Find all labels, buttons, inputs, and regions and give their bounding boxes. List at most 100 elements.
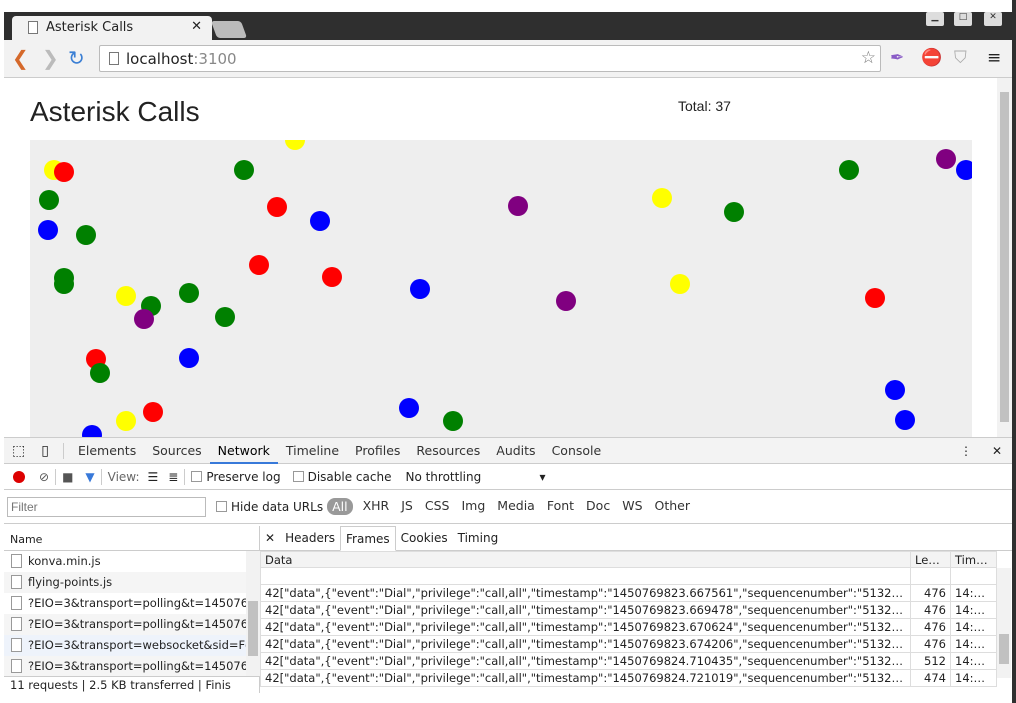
new-tab-button[interactable]	[210, 21, 248, 38]
clear-icon[interactable]: ⊘	[39, 470, 49, 484]
reload-icon[interactable]: ↻	[68, 48, 85, 68]
calls-canvas[interactable]	[30, 140, 972, 437]
request-name: ?EIO=3&transport=polling&t=14507695…	[28, 617, 246, 631]
filter-icon[interactable]: ▼	[85, 470, 94, 484]
detail-tab-headers[interactable]: Headers	[280, 526, 340, 551]
request-name: ?EIO=3&transport=websocket&sid=FgM…	[28, 638, 246, 652]
request-row[interactable]: ?EIO=3&transport=polling&t=14507695…	[4, 656, 246, 677]
address-bar[interactable]: localhost:3100 ☆	[99, 45, 881, 72]
call-dot-green	[234, 160, 254, 180]
frame-time: 14:33:…	[950, 635, 997, 653]
browser-window: Asterisk Calls ✕ ▁ □ ✕ ❮ ❯ ↻ localhost:31…	[4, 12, 1012, 693]
filter-type-ws[interactable]: WS	[616, 498, 648, 515]
filter-type-img[interactable]: Img	[455, 498, 491, 515]
tab-resources[interactable]: Resources	[408, 438, 488, 464]
file-icon	[11, 617, 22, 631]
menu-icon[interactable]: ≡	[987, 48, 1001, 68]
network-toolbar: ⊘ ■ ▼ View: ☰ ≣ Preserve log Disable cac…	[4, 464, 1012, 490]
frame-time: 14:33:…	[950, 584, 997, 602]
filter-input[interactable]	[7, 496, 206, 517]
preserve-log-checkbox[interactable]: Preserve log	[191, 470, 281, 484]
request-row[interactable]: flying-points.js	[4, 572, 246, 593]
frames-scrollbar[interactable]	[997, 568, 1011, 678]
detail-tab-timing[interactable]: Timing	[453, 526, 504, 551]
filter-type-media[interactable]: Media	[491, 498, 541, 515]
detail-tab-cookies[interactable]: Cookies	[396, 526, 453, 551]
browser-tab[interactable]: Asterisk Calls ✕	[12, 16, 212, 40]
frame-row[interactable]: 42["data",{"event":"Dial","privilege":"c…	[260, 635, 997, 653]
call-dot-purple	[936, 149, 956, 169]
call-dot-blue	[310, 211, 330, 231]
call-dot-purple	[508, 196, 528, 216]
call-dot-green	[215, 307, 235, 327]
filter-type-xhr[interactable]: XHR	[357, 498, 396, 515]
page-scrollbar[interactable]	[997, 78, 1012, 437]
tab-elements[interactable]: Elements	[70, 438, 144, 464]
request-row[interactable]: ?EIO=3&transport=websocket&sid=FgM…	[4, 635, 246, 656]
length-column-header[interactable]: Le…	[910, 551, 951, 568]
page-content: Asterisk Calls Total: 37	[4, 78, 1012, 437]
tab-sources[interactable]: Sources	[144, 438, 209, 464]
devtools-panel: ⬚ ▯ Elements Sources Network Timeline Profil…	[4, 437, 1012, 693]
request-row[interactable]: konva.min.js	[4, 551, 246, 572]
call-dot-green	[443, 411, 463, 431]
call-dot-yellow	[116, 411, 136, 431]
list-view-icon[interactable]: ☰	[148, 470, 159, 484]
filter-type-font[interactable]: Font	[541, 498, 580, 515]
frame-data: 42["data",{"event":"Dial","privilege":"c…	[260, 618, 911, 636]
detail-tab-frames[interactable]: Frames	[340, 525, 396, 551]
call-dot-purple	[556, 291, 576, 311]
record-button[interactable]	[13, 470, 25, 483]
name-column-header[interactable]: Name	[4, 526, 259, 551]
tab-audits[interactable]: Audits	[488, 438, 543, 464]
screenshot-icon[interactable]: ■	[62, 470, 73, 484]
data-column-header[interactable]: Data	[260, 551, 911, 568]
frame-row[interactable]: 42["data",{"event":"Dial","privilege":"c…	[260, 601, 997, 619]
forward-icon[interactable]: ❯	[42, 48, 59, 68]
back-icon[interactable]: ❮	[12, 48, 29, 68]
call-dot-blue	[82, 425, 102, 437]
frame-row[interactable]: 42["data",{"event":"Dial","privilege":"c…	[260, 618, 997, 636]
requests-scrollbar[interactable]	[246, 551, 260, 676]
minimize-button[interactable]: ▁	[926, 12, 944, 26]
close-tab-icon[interactable]: ✕	[191, 19, 202, 34]
more-options-icon[interactable]: ⋮	[950, 444, 982, 458]
overview-icon[interactable]: ≣	[168, 470, 178, 484]
adblock-icon[interactable]: ⛔	[921, 48, 942, 68]
close-detail-icon[interactable]: ✕	[260, 526, 280, 551]
frame-row[interactable]: 42["data",{"event":"Dial","privilege":"c…	[260, 652, 997, 670]
tab-console[interactable]: Console	[544, 438, 610, 464]
filter-type-js[interactable]: JS	[395, 498, 419, 515]
feather-extension-icon[interactable]: ✒	[890, 48, 904, 68]
scrollbar-thumb[interactable]	[1000, 92, 1009, 422]
close-window-button[interactable]: ✕	[984, 12, 1002, 26]
filter-type-other[interactable]: Other	[649, 498, 697, 515]
throttling-select[interactable]: No throttling ▾	[405, 470, 545, 484]
filter-type-all[interactable]: All	[327, 498, 353, 515]
tab-title: Asterisk Calls	[46, 20, 134, 35]
request-row[interactable]: ?EIO=3&transport=polling&t=14507695…	[4, 593, 246, 614]
disable-cache-checkbox[interactable]: Disable cache	[292, 470, 391, 484]
device-mode-icon[interactable]: ▯	[33, 443, 57, 459]
bookmark-star-icon[interactable]: ☆	[861, 48, 876, 68]
view-label: View:	[107, 469, 140, 484]
request-name: ?EIO=3&transport=polling&t=14507695…	[28, 659, 246, 673]
close-devtools-icon[interactable]: ✕	[982, 444, 1012, 458]
inspect-icon[interactable]: ⬚	[4, 443, 33, 459]
filter-type-css[interactable]: CSS	[419, 498, 456, 515]
frame-row[interactable]: 42["data",{"event":"Dial","privilege":"c…	[260, 584, 997, 602]
time-column-header[interactable]: Time ▴	[950, 551, 997, 568]
tab-timeline[interactable]: Timeline	[278, 438, 347, 464]
frame-time: 14:33:…	[950, 618, 997, 636]
tab-profiles[interactable]: Profiles	[347, 438, 408, 464]
maximize-button[interactable]: □	[954, 12, 972, 26]
devtools-tabbar: ⬚ ▯ Elements Sources Network Timeline Profil…	[4, 438, 1012, 464]
file-icon	[11, 554, 22, 568]
request-row[interactable]: ?EIO=3&transport=polling&t=14507695…	[4, 614, 246, 635]
hide-data-urls-checkbox[interactable]: Hide data URLs	[216, 500, 323, 514]
tab-network[interactable]: Network	[209, 438, 278, 464]
filter-type-doc[interactable]: Doc	[580, 498, 616, 515]
frame-row[interactable]: 42["data",{"event":"Dial","privilege":"c…	[260, 669, 997, 687]
call-dot-red	[322, 267, 342, 287]
shield-extension-icon[interactable]: ⛉	[954, 48, 967, 68]
